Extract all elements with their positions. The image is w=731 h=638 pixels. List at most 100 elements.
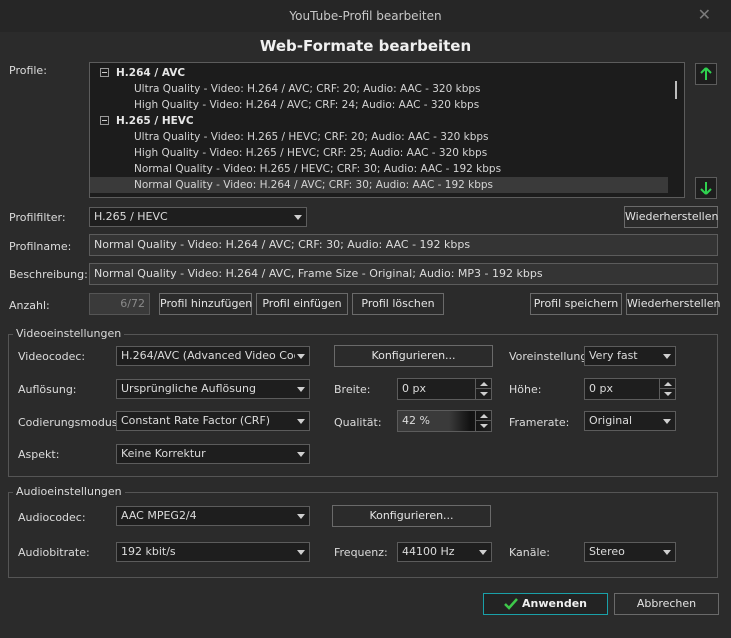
close-icon[interactable]: ✕: [698, 7, 711, 23]
chevron-down-icon: [663, 354, 671, 359]
channels-label: Kanäle:: [509, 546, 551, 559]
list-item[interactable]: High Quality - Video: H.265 / HEVC; CRF:…: [90, 145, 668, 161]
video-configure-button[interactable]: Konfigurieren...: [334, 345, 493, 367]
height-spinbox[interactable]: 0 px: [584, 378, 676, 400]
count-value: 6/72: [89, 293, 150, 315]
check-icon: [504, 598, 518, 610]
list-item[interactable]: Ultra Quality - Video: H.265 / HEVC; CRF…: [90, 129, 668, 145]
audio-codec-label: Audiocodec:: [18, 511, 86, 524]
page-title: Web-Formate bearbeiten: [259, 37, 472, 55]
profile-filter-select[interactable]: H.265 / HEVC: [89, 207, 307, 227]
spin-down-icon[interactable]: [475, 421, 491, 431]
spin-up-icon[interactable]: [475, 379, 491, 389]
list-item-partial: [116, 193, 119, 197]
chevron-down-icon: [663, 419, 671, 424]
tree-row-label: Ultra Quality - Video: H.264 / AVC; CRF:…: [134, 83, 481, 95]
profile-list[interactable]: H.264 / AVC Ultra Quality - Video: H.264 …: [89, 62, 685, 198]
list-item[interactable]: High Quality - Video: H.264 / AVC; CRF: …: [90, 97, 668, 113]
tree-row-label: High Quality - Video: H.265 / HEVC; CRF:…: [134, 147, 488, 159]
description-field[interactable]: Normal Quality - Video: H.264 / AVC, Fra…: [89, 263, 718, 285]
width-spinbox[interactable]: 0 px: [397, 378, 492, 400]
quality-spinbox[interactable]: 42 %: [397, 410, 492, 432]
spin-up-icon[interactable]: [475, 411, 491, 421]
chevron-down-icon: [297, 514, 305, 519]
tree-row-label: High Quality - Video: H.264 / AVC; CRF: …: [134, 99, 480, 111]
list-item[interactable]: Ultra Quality - Video: H.264 / AVC; CRF:…: [90, 81, 668, 97]
count-label: Anzahl:: [9, 299, 50, 312]
window-title: YouTube-Profil bearbeiten: [289, 9, 442, 23]
collapse-icon[interactable]: [100, 68, 109, 77]
tree-row-label: Normal Quality - Video: H.264 / AVC; CRF…: [134, 179, 494, 191]
chevron-down-icon: [663, 550, 671, 555]
video-codec-select[interactable]: H.264/AVC (Advanced Video Coding): [116, 346, 310, 366]
move-up-button[interactable]: [695, 63, 717, 85]
video-codec-label: Videocodec:: [18, 350, 86, 363]
frequency-select[interactable]: 44100 Hz: [397, 542, 492, 562]
scroll-thumb[interactable]: [675, 81, 677, 99]
insert-profile-button[interactable]: Profil einfügen: [256, 293, 348, 315]
framerate-value: Original: [589, 414, 633, 427]
spin-down-icon[interactable]: [659, 389, 675, 399]
list-item[interactable]: Normal Quality - Video: H.264 / AVC; CRF…: [90, 177, 668, 193]
tree-group-row[interactable]: H.265 / HEVC: [90, 113, 668, 129]
arrow-down-icon: [700, 182, 712, 195]
profile-list-scrollbar[interactable]: [668, 63, 684, 197]
audio-bitrate-label: Audiobitrate:: [18, 546, 90, 559]
chevron-down-icon: [297, 550, 305, 555]
profile-name-field[interactable]: Normal Quality - Video: H.264 / AVC; CRF…: [89, 234, 718, 256]
profiles-label: Profile:: [9, 64, 47, 77]
channels-select[interactable]: Stereo: [584, 542, 676, 562]
framerate-select[interactable]: Original: [584, 411, 676, 431]
chevron-down-icon: [294, 215, 302, 220]
audio-bitrate-select[interactable]: 192 kbit/s: [116, 542, 310, 562]
filter-reset-button[interactable]: Wiederherstellen: [624, 206, 718, 228]
audio-bitrate-value: 192 kbit/s: [121, 545, 176, 558]
encoding-mode-value: Constant Rate Factor (CRF): [121, 414, 271, 427]
width-label: Breite:: [334, 383, 371, 396]
audio-codec-value: AAC MPEG2/4: [121, 509, 197, 522]
quality-label: Qualität:: [334, 416, 382, 429]
delete-profile-button[interactable]: Profil löschen: [352, 293, 444, 315]
tree-row-label: H.264 / AVC: [116, 67, 186, 79]
frequency-label: Frequenz:: [334, 546, 388, 559]
resolution-label: Auflösung:: [18, 383, 77, 396]
height-value: 0 px: [589, 382, 613, 395]
quality-value: 42 %: [402, 414, 430, 427]
save-profile-button[interactable]: Profil speichern: [530, 293, 622, 315]
audio-codec-select[interactable]: AAC MPEG2/4: [116, 506, 310, 526]
height-label: Höhe:: [509, 383, 542, 396]
description-value: Normal Quality - Video: H.264 / AVC, Fra…: [94, 267, 543, 280]
spin-up-icon[interactable]: [659, 379, 675, 389]
arrow-up-icon: [700, 67, 712, 80]
resolution-select[interactable]: Ursprüngliche Auflösung: [116, 379, 310, 399]
list-item[interactable]: Normal Quality - Video: H.265 / HEVC; CR…: [90, 161, 668, 177]
apply-button[interactable]: Anwenden: [483, 593, 608, 615]
encoding-mode-select[interactable]: Constant Rate Factor (CRF): [116, 411, 310, 431]
video-settings-title: Videoeinstellungen: [13, 327, 125, 340]
chevron-down-icon: [479, 550, 487, 555]
aspect-select[interactable]: Keine Korrektur: [116, 444, 310, 464]
cancel-button[interactable]: Abbrechen: [614, 593, 719, 615]
tree-row-label: H.265 / HEVC: [116, 115, 194, 127]
description-label: Beschreibung:: [9, 268, 88, 281]
tree-row-label: Ultra Quality - Video: H.265 / HEVC; CRF…: [134, 131, 489, 143]
title-bar: YouTube-Profil bearbeiten ✕: [0, 0, 731, 32]
profile-filter-value: H.265 / HEVC: [94, 210, 168, 223]
channels-value: Stereo: [589, 545, 625, 558]
resolution-value: Ursprüngliche Auflösung: [121, 382, 256, 395]
aspect-value: Keine Korrektur: [121, 447, 206, 460]
audio-settings-title: Audioeinstellungen: [13, 485, 125, 498]
move-down-button[interactable]: [695, 177, 717, 199]
profile-filter-label: Profilfilter:: [9, 211, 66, 224]
spin-down-icon[interactable]: [475, 389, 491, 399]
tree-group-row[interactable]: H.264 / AVC: [90, 65, 668, 81]
video-codec-value: H.264/AVC (Advanced Video Coding): [121, 349, 295, 362]
tree-row-label: Normal Quality - Video: H.265 / HEVC; CR…: [134, 163, 502, 175]
encoding-mode-label: Codierungsmodus:: [18, 416, 122, 429]
add-profile-button[interactable]: Profil hinzufügen: [159, 293, 252, 315]
audio-configure-button[interactable]: Konfigurieren...: [332, 505, 491, 527]
collapse-icon[interactable]: [100, 116, 109, 125]
preset-label: Voreinstellung:: [509, 350, 592, 363]
preset-select[interactable]: Very fast: [584, 346, 676, 366]
reset-profile-button[interactable]: Wiederherstellen: [626, 293, 720, 315]
